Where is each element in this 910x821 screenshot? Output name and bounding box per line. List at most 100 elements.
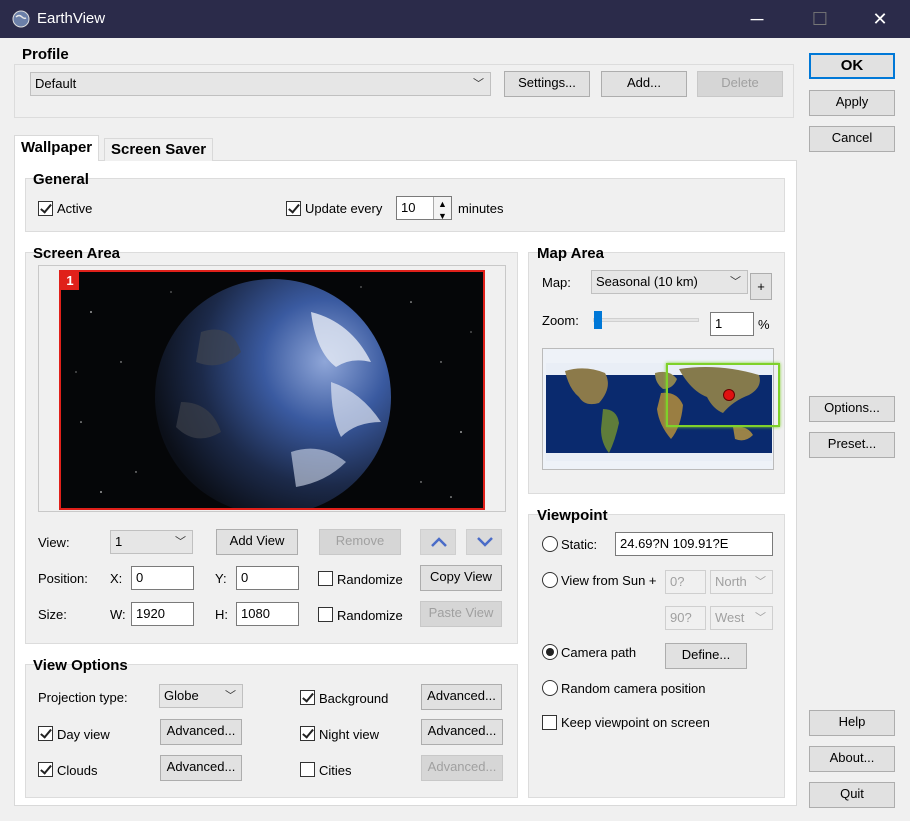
preset-button[interactable]: Preset... <box>809 432 895 458</box>
sun-lon-dir-value: West <box>715 610 745 625</box>
size-label: Size: <box>38 607 67 622</box>
close-icon[interactable]: ✕ <box>868 8 892 30</box>
x-position-field[interactable]: 0 <box>131 566 194 590</box>
chevron-down-icon: ﹀ <box>755 576 766 588</box>
day-view-label: Day view <box>57 727 110 742</box>
update-every-checkbox[interactable] <box>286 201 301 216</box>
earth-app-icon <box>12 10 30 28</box>
sun-lat-dir-value: North <box>715 574 747 589</box>
camera-path-radio[interactable] <box>542 644 558 660</box>
sun-lat-dir-select[interactable]: North ﹀ <box>710 570 773 594</box>
camera-path-label: Camera path <box>561 645 637 660</box>
projection-type-select[interactable]: Globe ﹀ <box>159 684 243 708</box>
keep-viewpoint-checkbox[interactable] <box>542 715 557 730</box>
move-down-button[interactable] <box>466 529 502 555</box>
viewpoint-heading: Viewpoint <box>537 507 608 524</box>
window-title: EarthView <box>37 10 106 27</box>
minimize-icon[interactable]: ─ <box>745 8 769 30</box>
active-checkbox[interactable] <box>38 201 53 216</box>
sun-lon-field[interactable]: 90? <box>665 606 706 630</box>
h-label: H: <box>215 607 228 622</box>
randomize-size-label: Randomize <box>337 608 403 623</box>
night-view-checkbox[interactable] <box>300 726 315 741</box>
height-field[interactable]: 1080 <box>236 602 299 626</box>
map-select[interactable]: Seasonal (10 km) ﹀ <box>591 270 748 294</box>
apply-button[interactable]: Apply <box>809 90 895 116</box>
background-advanced-button[interactable]: Advanced... <box>421 684 502 710</box>
zoom-slider-track[interactable] <box>593 318 699 322</box>
chevron-down-icon <box>477 537 493 547</box>
move-up-button[interactable] <box>420 529 456 555</box>
background-checkbox[interactable] <box>300 690 315 705</box>
cities-label: Cities <box>319 763 352 778</box>
profile-select-value: Default <box>35 76 77 91</box>
zoom-label: Zoom: <box>542 313 579 328</box>
position-label: Position: <box>38 571 88 586</box>
map-select-value: Seasonal (10 km) <box>596 274 698 289</box>
profile-heading: Profile <box>22 46 73 63</box>
view-from-sun-radio[interactable] <box>542 572 558 588</box>
zoom-unit-label: % <box>758 317 770 332</box>
stepper-buttons[interactable]: ▲ ▼ <box>433 197 451 221</box>
projection-type-value: Globe <box>164 688 199 703</box>
add-view-button[interactable]: Add View <box>216 529 298 555</box>
tab-screen-saver[interactable]: Screen Saver <box>104 138 214 161</box>
zoom-field[interactable]: 1 <box>710 312 754 336</box>
view-select-value: 1 <box>115 534 123 549</box>
monitor-preview[interactable]: 1 <box>59 270 485 510</box>
zoom-slider-thumb[interactable] <box>593 311 602 329</box>
y-position-field[interactable]: 0 <box>236 566 299 590</box>
tab-wallpaper[interactable]: Wallpaper <box>14 135 100 161</box>
map-label: Map: <box>542 275 571 290</box>
night-view-advanced-button[interactable]: Advanced... <box>421 719 503 745</box>
day-view-advanced-button[interactable]: Advanced... <box>160 719 242 745</box>
quit-button[interactable]: Quit <box>809 782 895 808</box>
view-select[interactable]: 1 ﹀ <box>110 530 193 554</box>
sun-lon-dir-select[interactable]: West ﹀ <box>710 606 773 630</box>
screen-area-heading: Screen Area <box>33 245 120 262</box>
clouds-checkbox[interactable] <box>38 762 53 777</box>
maximize-icon[interactable]: ☐ <box>808 8 832 30</box>
ok-button[interactable]: OK <box>809 53 895 79</box>
active-label: Active <box>57 201 93 216</box>
projection-type-label: Projection type: <box>38 690 128 705</box>
chevron-down-icon: ﹀ <box>175 536 186 548</box>
update-interval-value: 10 <box>401 200 416 215</box>
profile-select[interactable]: Default ﹀ <box>30 72 491 96</box>
profile-settings-button[interactable]: Settings... <box>504 71 590 97</box>
map-add-button[interactable]: + <box>750 273 772 300</box>
view-options-heading: View Options <box>33 657 128 674</box>
options-button[interactable]: Options... <box>809 396 895 422</box>
define-camera-path-button[interactable]: Define... <box>665 643 747 669</box>
cities-advanced-button[interactable]: Advanced... <box>421 755 503 781</box>
sun-lat-field[interactable]: 0? <box>665 570 706 594</box>
copy-view-button[interactable]: Copy View <box>420 565 502 591</box>
cities-checkbox[interactable] <box>300 762 315 777</box>
general-heading: General <box>33 171 89 188</box>
chevron-down-icon: ﹀ <box>755 612 766 624</box>
paste-view-button[interactable]: Paste View <box>420 601 502 627</box>
stepper-down-icon[interactable]: ▼ <box>438 205 447 227</box>
world-map[interactable] <box>542 348 780 470</box>
clouds-advanced-button[interactable]: Advanced... <box>160 755 242 781</box>
day-view-checkbox[interactable] <box>38 726 53 741</box>
about-button[interactable]: About... <box>809 746 895 772</box>
randomize-position-checkbox[interactable] <box>318 571 333 586</box>
random-camera-radio[interactable] <box>542 680 558 696</box>
random-camera-label: Random camera position <box>561 681 706 696</box>
static-radio[interactable] <box>542 536 558 552</box>
update-interval-stepper[interactable]: 10 ▲ ▼ <box>396 196 452 221</box>
randomize-size-checkbox[interactable] <box>318 607 333 622</box>
monitor-number-badge: 1 <box>61 272 79 290</box>
remove-view-button[interactable]: Remove <box>319 529 401 555</box>
width-field[interactable]: 1920 <box>131 602 194 626</box>
profile-delete-button[interactable]: Delete <box>697 71 783 97</box>
chevron-down-icon: ﹀ <box>225 690 236 702</box>
profile-add-button[interactable]: Add... <box>601 71 687 97</box>
map-area-heading: Map Area <box>537 245 604 262</box>
static-coords-field[interactable]: 24.69?N 109.91?E <box>615 532 773 556</box>
help-button[interactable]: Help <box>809 710 895 736</box>
cancel-button[interactable]: Cancel <box>809 126 895 152</box>
minutes-label: minutes <box>458 201 504 216</box>
chevron-down-icon: ﹀ <box>730 276 741 288</box>
